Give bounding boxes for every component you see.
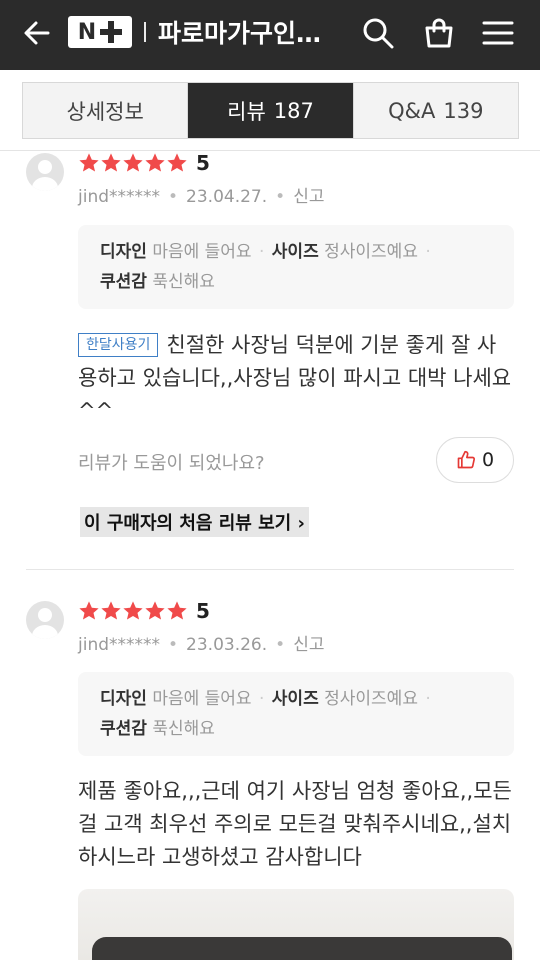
- search-icon[interactable]: [362, 17, 394, 49]
- avatar: [26, 153, 64, 191]
- option-label: 사이즈: [271, 689, 319, 709]
- star-icon: [145, 153, 165, 172]
- tab-details[interactable]: 상세정보: [23, 83, 189, 138]
- star-icon: [123, 601, 143, 620]
- menu-icon[interactable]: [482, 17, 514, 49]
- sofa-image: [92, 937, 512, 960]
- back-arrow-icon[interactable]: [22, 18, 52, 48]
- tab-label: Q&A: [388, 98, 436, 123]
- review-meta: jind****** • 23.04.27. • 신고: [78, 187, 325, 207]
- tabs-bottom-divider: [0, 150, 540, 151]
- option-label: 사이즈: [271, 242, 319, 262]
- tab-count: 187: [273, 98, 314, 123]
- chevron-right-icon: ›: [297, 513, 305, 534]
- option-value: 정사이즈예요: [324, 242, 418, 262]
- top-bar: N 파로마가구인…: [0, 0, 540, 70]
- like-count: 0: [481, 449, 495, 471]
- option-value: 푹신해요: [152, 719, 215, 739]
- star-icon: [101, 601, 121, 620]
- star-icon: [167, 153, 187, 172]
- review-date: 23.03.26.: [186, 635, 268, 655]
- option-value: 푹신해요: [152, 272, 215, 292]
- option-summary: 디자인 마음에 들어요 · 사이즈 정사이즈예요 · 쿠션감 푹신해요: [78, 225, 514, 309]
- rating-score: 5: [196, 151, 210, 175]
- option-value: 마음에 들어요: [152, 242, 252, 262]
- report-link[interactable]: 신고: [293, 635, 324, 655]
- review-text-block: 한달사용기 친절한 사장님 덕분에 기분 좋게 잘 사용하고 있습니다,,사장님 …: [78, 329, 514, 428]
- review-divider: [26, 569, 514, 570]
- shopping-bag-icon[interactable]: [423, 17, 455, 49]
- first-review-link[interactable]: 이 구매자의 처음 리뷰 보기 ›: [80, 507, 309, 537]
- first-review-label: 이 구매자의 처음 리뷰 보기: [84, 513, 292, 534]
- option-summary: 디자인 마음에 들어요 · 사이즈 정사이즈예요 · 쿠션감 푹신해요: [78, 672, 514, 756]
- review-date: 23.04.27.: [186, 187, 268, 207]
- star-icon: [123, 153, 143, 172]
- star-icon: [167, 601, 187, 620]
- option-value: 마음에 들어요: [152, 689, 252, 709]
- helpful-question: 리뷰가 도움이 되었나요?: [78, 453, 265, 474]
- thumbs-up-icon: [457, 450, 475, 469]
- option-label: 쿠션감: [100, 272, 147, 292]
- star-rating: [78, 600, 188, 622]
- option-label: 디자인: [100, 689, 147, 709]
- option-value: 정사이즈예요: [324, 689, 418, 709]
- star-icon: [79, 153, 99, 172]
- reviewer-id: jind******: [78, 635, 161, 655]
- rating-score: 5: [196, 599, 210, 623]
- reviewer-id: jind******: [78, 187, 161, 207]
- tab-reviews[interactable]: 리뷰 187: [188, 83, 354, 138]
- avatar: [26, 601, 64, 639]
- star-rating: [78, 152, 188, 174]
- star-icon: [101, 153, 121, 172]
- tab-count: 139: [443, 98, 484, 123]
- store-title[interactable]: 파로마가구인…: [158, 14, 328, 50]
- usage-badge: 한달사용기: [78, 333, 159, 357]
- star-icon: [79, 601, 99, 620]
- tab-label: 상세정보: [66, 99, 144, 124]
- report-link[interactable]: 신고: [293, 187, 324, 207]
- star-icon: [145, 601, 165, 620]
- review-meta: jind****** • 23.03.26. • 신고: [78, 635, 325, 655]
- review-text: 제품 좋아요,,,근데 여기 사장님 엄청 좋아요,,모든걸 고객 최우선 주의…: [78, 779, 512, 869]
- like-button[interactable]: 0: [436, 437, 514, 483]
- option-label: 쿠션감: [100, 719, 147, 739]
- header-divider: [144, 22, 146, 42]
- option-label: 디자인: [100, 242, 147, 262]
- naver-plus-logo[interactable]: N: [68, 16, 132, 48]
- tab-qna[interactable]: Q&A 139: [353, 83, 518, 138]
- review-photo[interactable]: [78, 889, 514, 960]
- product-tabs: 상세정보 리뷰 187 Q&A 139: [22, 82, 519, 139]
- tab-label: 리뷰: [227, 99, 266, 124]
